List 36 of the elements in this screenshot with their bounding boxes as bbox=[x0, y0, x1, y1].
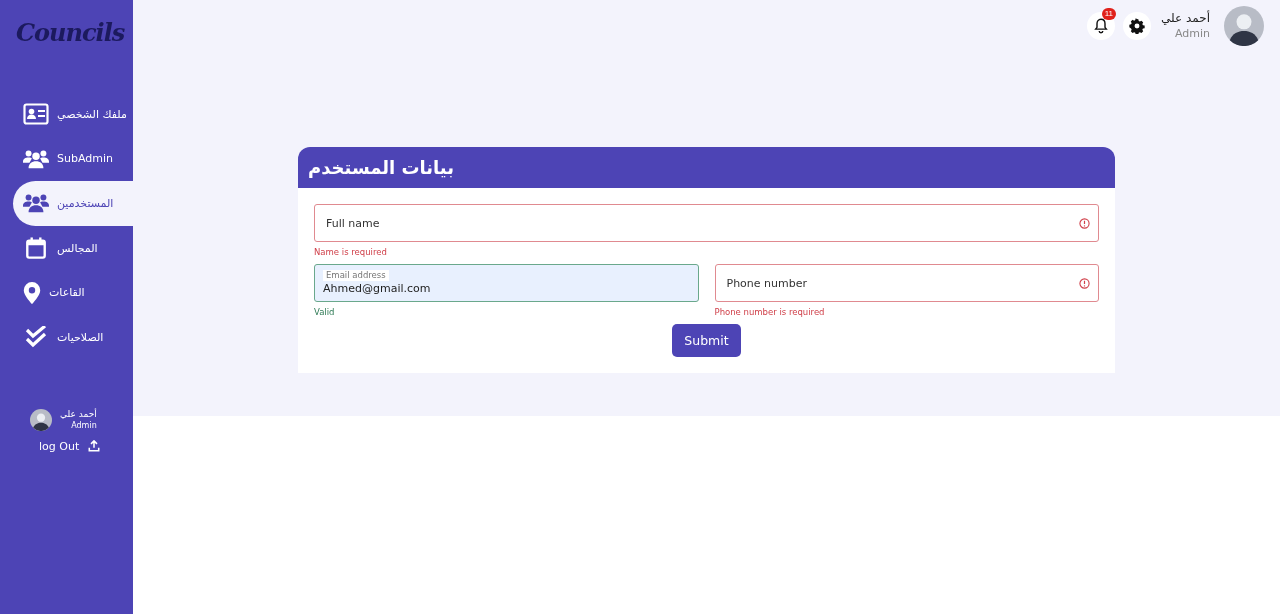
avatar[interactable] bbox=[1224, 5, 1264, 46]
logo: Councils bbox=[15, 17, 126, 49]
users-icon bbox=[23, 147, 49, 170]
settings-icon bbox=[1129, 17, 1146, 34]
bell-icon bbox=[1093, 17, 1110, 34]
error-icon bbox=[1079, 278, 1090, 289]
input-field[interactable]: Email address Ahmed@gmail.com bbox=[314, 264, 699, 302]
nav-item[interactable]: المستخدمين bbox=[13, 181, 133, 226]
calendar-icon bbox=[23, 237, 49, 260]
nav-item[interactable]: المجالس bbox=[13, 225, 133, 271]
input-field[interactable]: Phone number bbox=[714, 264, 1099, 302]
user-role: Admin bbox=[1174, 25, 1210, 41]
validation-message: Name is required bbox=[314, 247, 387, 258]
double-check-icon bbox=[23, 326, 49, 349]
upload-icon bbox=[88, 440, 101, 453]
user-role: Admin bbox=[71, 419, 97, 432]
nav-item[interactable]: SubAdmin bbox=[13, 136, 133, 182]
avatar bbox=[30, 408, 52, 431]
users-icon bbox=[23, 192, 49, 215]
user-name: أحمد علي bbox=[1161, 10, 1210, 26]
submit-button[interactable]: Submit bbox=[672, 324, 741, 357]
user-name: أحمد علي bbox=[60, 407, 97, 420]
nav-item[interactable]: الصلاحيات bbox=[13, 314, 133, 360]
notifications-button[interactable]: 11 bbox=[1087, 11, 1116, 40]
logout-link[interactable]: log Out bbox=[39, 439, 101, 453]
settings-button[interactable] bbox=[1123, 11, 1152, 40]
map-pin-icon bbox=[23, 281, 41, 304]
input-field[interactable]: Full name bbox=[314, 204, 1099, 242]
nav-item[interactable]: القاعات bbox=[13, 270, 133, 315]
nav-item[interactable]: ملفك الشخصي bbox=[13, 92, 133, 137]
form-title: بيانات المستخدم bbox=[308, 157, 454, 178]
error-icon bbox=[1079, 218, 1090, 229]
notification-badge: 11 bbox=[1101, 7, 1117, 20]
validation-message: Phone number is required bbox=[714, 307, 825, 318]
id-card-icon bbox=[23, 103, 49, 126]
validation-message: Valid bbox=[314, 307, 335, 318]
